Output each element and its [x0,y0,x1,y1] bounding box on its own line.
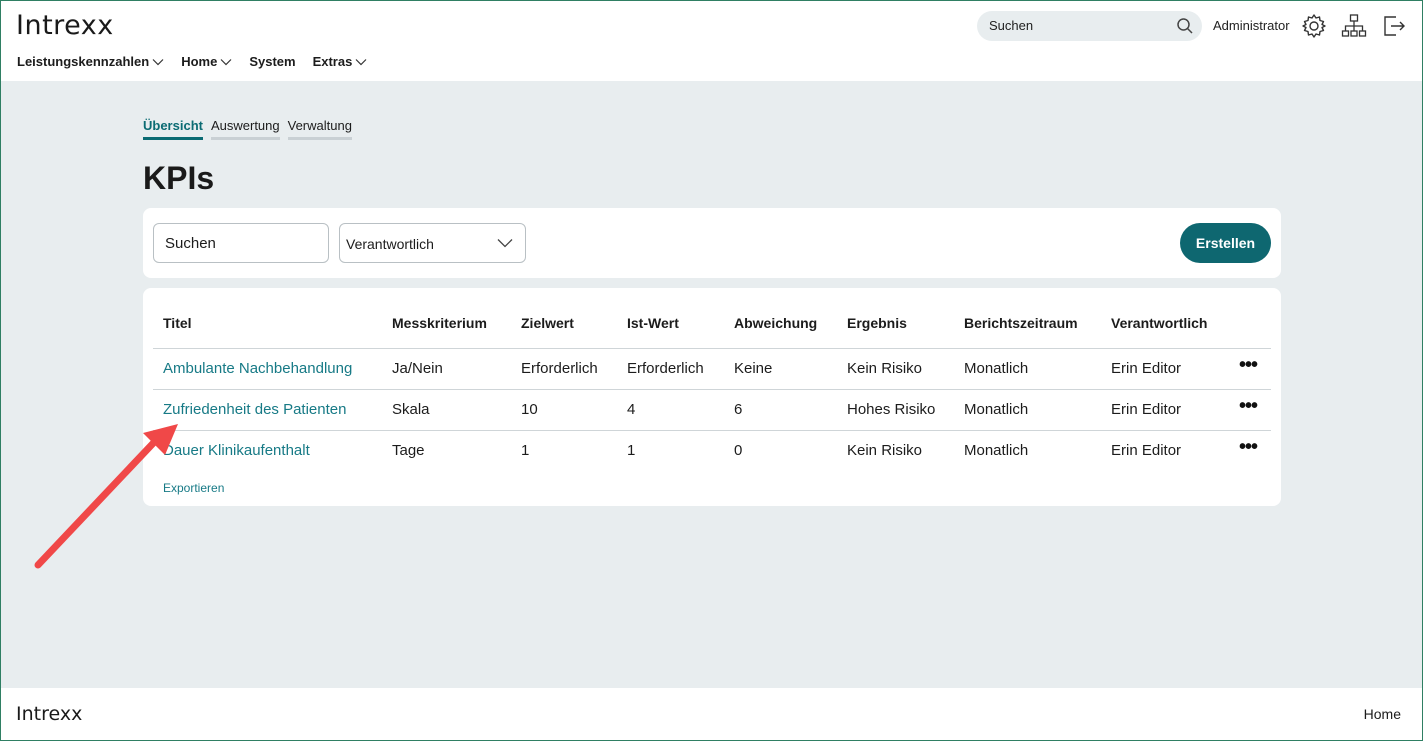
annotation-arrow [34,424,178,569]
